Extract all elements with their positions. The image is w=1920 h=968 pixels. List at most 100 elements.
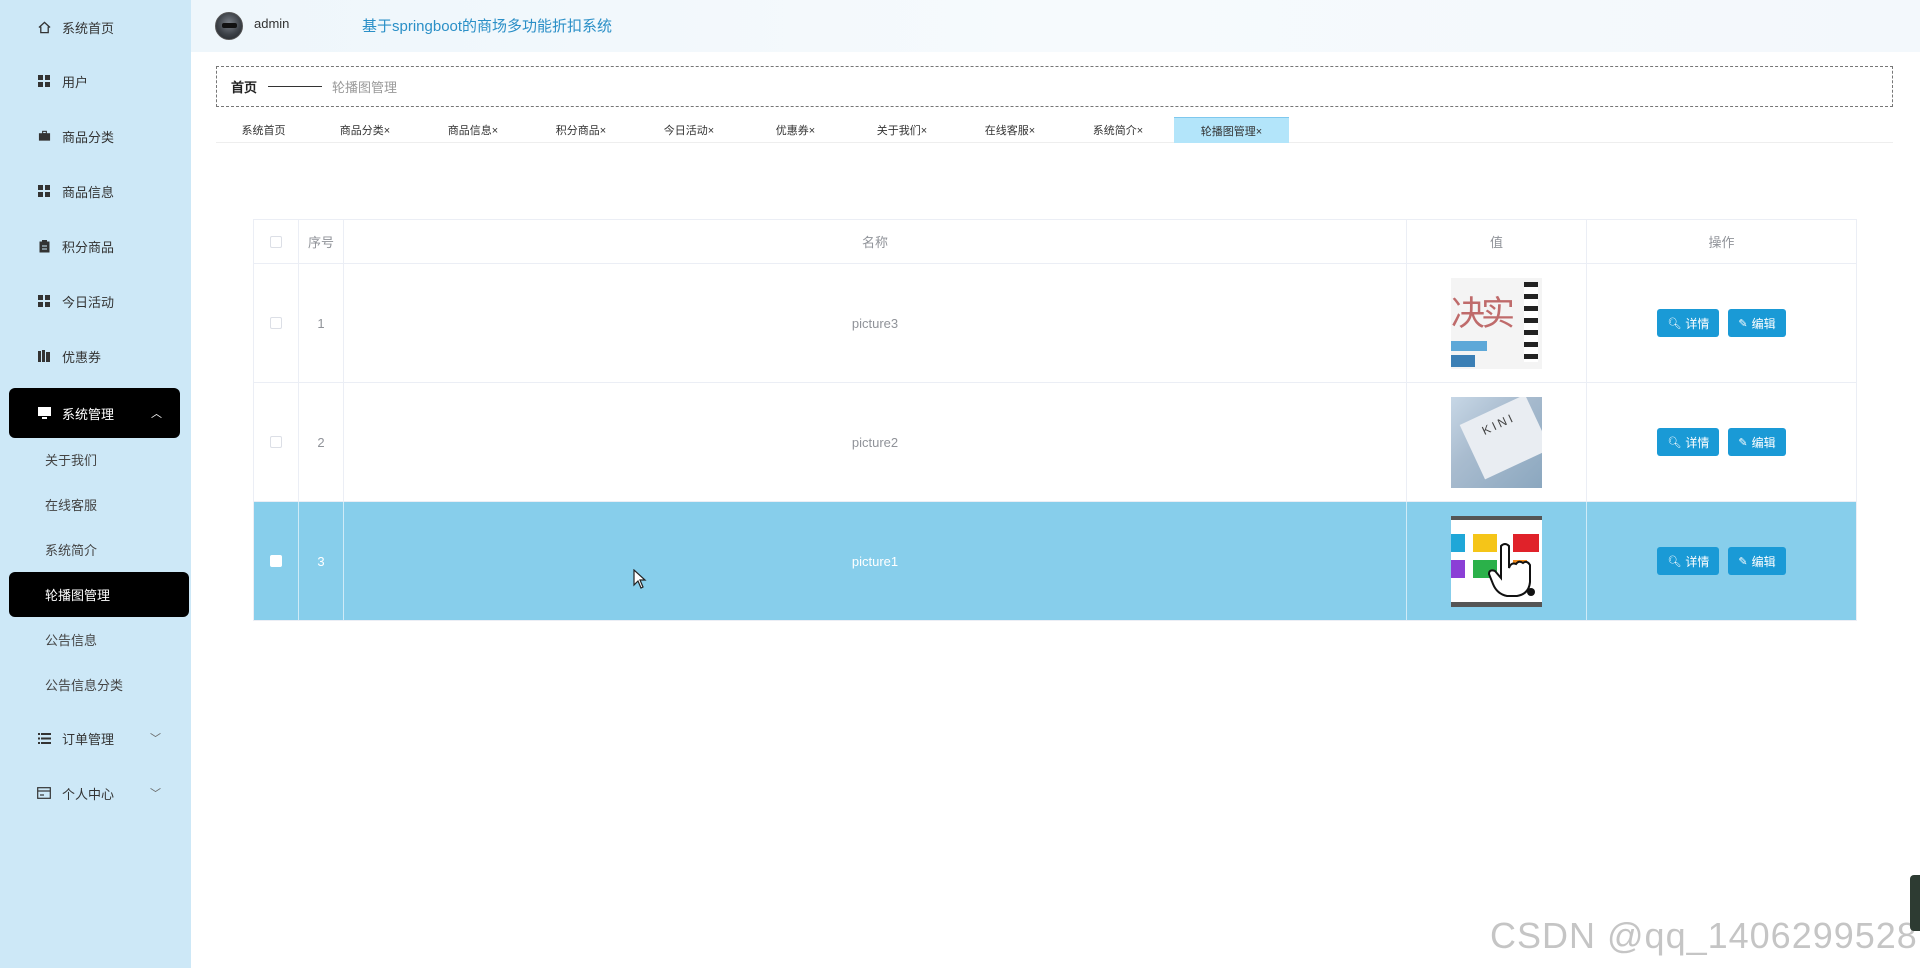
- sidebar-item-label: 积分商品: [62, 239, 115, 255]
- table-row[interactable]: 2 picture2 KINI 🔍︎ 详情 ✎ 编辑: [254, 383, 1856, 502]
- detail-button[interactable]: 🔍︎ 详情: [1657, 547, 1720, 575]
- sidebar-item-label: 系统管理: [62, 406, 115, 422]
- clipboard-icon: [37, 239, 51, 253]
- sidebar-item-home[interactable]: 系统首页: [0, 5, 191, 49]
- row-name: picture1: [344, 502, 1407, 620]
- submenu-item-announcement[interactable]: 公告信息: [0, 619, 191, 659]
- select-all-checkbox[interactable]: [270, 235, 282, 248]
- edit-icon: ✎: [1738, 317, 1748, 330]
- top-header: admin 基于springboot的商场多功能折扣系统: [191, 0, 1920, 52]
- tab-online-service[interactable]: 在线客服×: [956, 117, 1064, 143]
- chevron-down-icon: ﹀: [150, 788, 161, 800]
- sidebar-item-today-activity[interactable]: 今日活动: [0, 279, 191, 323]
- select-all-cell: [254, 220, 299, 263]
- tab-coupon[interactable]: 优惠券×: [743, 117, 848, 143]
- row-checkbox[interactable]: [270, 436, 282, 448]
- tab-carousel-management[interactable]: 轮播图管理×: [1174, 117, 1289, 143]
- monitor-icon: [37, 406, 51, 420]
- avatar[interactable]: [215, 12, 243, 40]
- sidebar: 系统首页 用户 商品分类 商品信息 积分商品 今日活动 优惠券 系统管理 ︿ 关…: [0, 0, 191, 968]
- row-checkbox-cell: [254, 264, 299, 382]
- carousel-image-thumbnail: 决实: [1451, 277, 1542, 369]
- submenu-item-online-service[interactable]: 在线客服: [0, 484, 191, 524]
- row-name: picture2: [344, 383, 1407, 501]
- edit-button[interactable]: ✎ 编辑: [1728, 428, 1786, 456]
- tab-about-us[interactable]: 关于我们×: [848, 117, 956, 143]
- sidebar-item-order-management[interactable]: 订单管理 ﹀: [0, 716, 191, 760]
- list-icon: [37, 731, 51, 745]
- scroll-handle[interactable]: [1910, 875, 1920, 931]
- sidebar-item-label: 今日活动: [62, 294, 115, 310]
- detail-button[interactable]: 🔍︎ 详情: [1657, 428, 1720, 456]
- breadcrumb-home[interactable]: 首页: [231, 77, 257, 96]
- submenu-item-announcement-category[interactable]: 公告信息分类: [0, 664, 191, 704]
- tab-system-intro[interactable]: 系统简介×: [1064, 117, 1172, 143]
- carousel-image-thumbnail: [1451, 515, 1542, 607]
- column-header-actions: 操作: [1708, 235, 1735, 250]
- sidebar-item-coupon[interactable]: 优惠券: [0, 334, 191, 378]
- sidebar-item-label: 商品信息: [62, 184, 115, 200]
- row-actions-cell: 🔍︎ 详情 ✎ 编辑: [1587, 383, 1856, 501]
- sidebar-item-system-management[interactable]: 系统管理 ︿: [9, 388, 180, 438]
- sidebar-item-users[interactable]: 用户: [0, 59, 191, 103]
- submenu-item-label: 公告信息: [45, 632, 98, 648]
- tab-product-info[interactable]: 商品信息×: [419, 117, 527, 143]
- sidebar-item-personal-center[interactable]: 个人中心 ﹀: [0, 771, 191, 815]
- column-header-name: 名称: [344, 220, 1407, 263]
- row-checkbox[interactable]: [270, 317, 282, 329]
- sidebar-item-label: 个人中心: [62, 786, 115, 802]
- table-header-row: 序号 名称 值 操作: [254, 220, 1856, 264]
- row-actions-cell: 🔍︎ 详情 ✎ 编辑: [1587, 502, 1856, 620]
- row-index: 3: [299, 502, 344, 620]
- briefcase-icon: [37, 129, 51, 143]
- card-icon: [37, 786, 51, 800]
- search-icon: 🔍︎: [1667, 555, 1682, 568]
- mouse-cursor-icon: [633, 569, 647, 589]
- tab-points-products[interactable]: 积分商品×: [527, 117, 635, 143]
- sidebar-item-label: 用户: [62, 74, 89, 90]
- grid-icon: [37, 74, 51, 88]
- table-row[interactable]: 3 picture1 🔍︎ 详情 ✎ 编辑: [254, 502, 1856, 621]
- submenu-item-system-intro[interactable]: 系统简介: [0, 529, 191, 569]
- edit-icon: ✎: [1738, 555, 1748, 568]
- tab-bar: 系统首页 商品分类× 商品信息× 积分商品× 今日活动× 优惠券× 关于我们× …: [216, 117, 1893, 143]
- row-value-cell: KINI: [1407, 383, 1587, 501]
- search-icon: 🔍︎: [1667, 436, 1682, 449]
- home-icon: [37, 20, 51, 34]
- submenu-item-carousel-management[interactable]: 轮播图管理: [9, 572, 189, 617]
- submenu-item-label: 系统简介: [45, 542, 98, 558]
- carousel-table: 序号 名称 值 操作 1 picture3 决实 🔍︎ 详情 ✎ 编辑 2 pict…: [253, 219, 1857, 621]
- sidebar-item-points-products[interactable]: 积分商品: [0, 224, 191, 268]
- watermark: CSDN @qq_1406299528: [1490, 915, 1918, 956]
- username[interactable]: admin: [254, 16, 289, 31]
- table-row[interactable]: 1 picture3 决实 🔍︎ 详情 ✎ 编辑: [254, 264, 1856, 383]
- edit-button[interactable]: ✎ 编辑: [1728, 547, 1786, 575]
- grid-icon: [37, 294, 51, 308]
- sidebar-item-products[interactable]: 商品信息: [0, 169, 191, 213]
- submenu-item-label: 在线客服: [45, 497, 98, 513]
- system-title: 基于springboot的商场多功能折扣系统: [362, 18, 613, 35]
- row-checkbox[interactable]: [270, 555, 282, 567]
- breadcrumb-current: 轮播图管理: [332, 80, 398, 95]
- submenu-item-label: 公告信息分类: [45, 677, 124, 693]
- grid-icon: [37, 184, 51, 198]
- row-checkbox-cell: [254, 383, 299, 501]
- submenu-item-label: 轮播图管理: [45, 588, 111, 603]
- row-index: 2: [299, 383, 344, 501]
- tab-home[interactable]: 系统首页: [216, 117, 311, 143]
- search-icon: 🔍︎: [1667, 317, 1682, 330]
- submenu-item-about-us[interactable]: 关于我们: [0, 439, 191, 479]
- breadcrumb: 首页 轮播图管理: [216, 66, 1893, 107]
- detail-button[interactable]: 🔍︎ 详情: [1657, 309, 1720, 337]
- sidebar-item-category[interactable]: 商品分类: [0, 114, 191, 158]
- row-index: 1: [299, 264, 344, 382]
- tab-today-activity[interactable]: 今日活动×: [635, 117, 743, 143]
- edit-button[interactable]: ✎ 编辑: [1728, 309, 1786, 337]
- row-name: picture3: [344, 264, 1407, 382]
- sidebar-item-label: 商品分类: [62, 129, 115, 145]
- sidebar-item-label: 系统首页: [62, 20, 115, 36]
- sidebar-item-label: 订单管理: [62, 731, 115, 747]
- breadcrumb-separator: [268, 86, 323, 87]
- sidebar-item-label: 优惠券: [62, 349, 102, 365]
- tab-product-category[interactable]: 商品分类×: [311, 117, 419, 143]
